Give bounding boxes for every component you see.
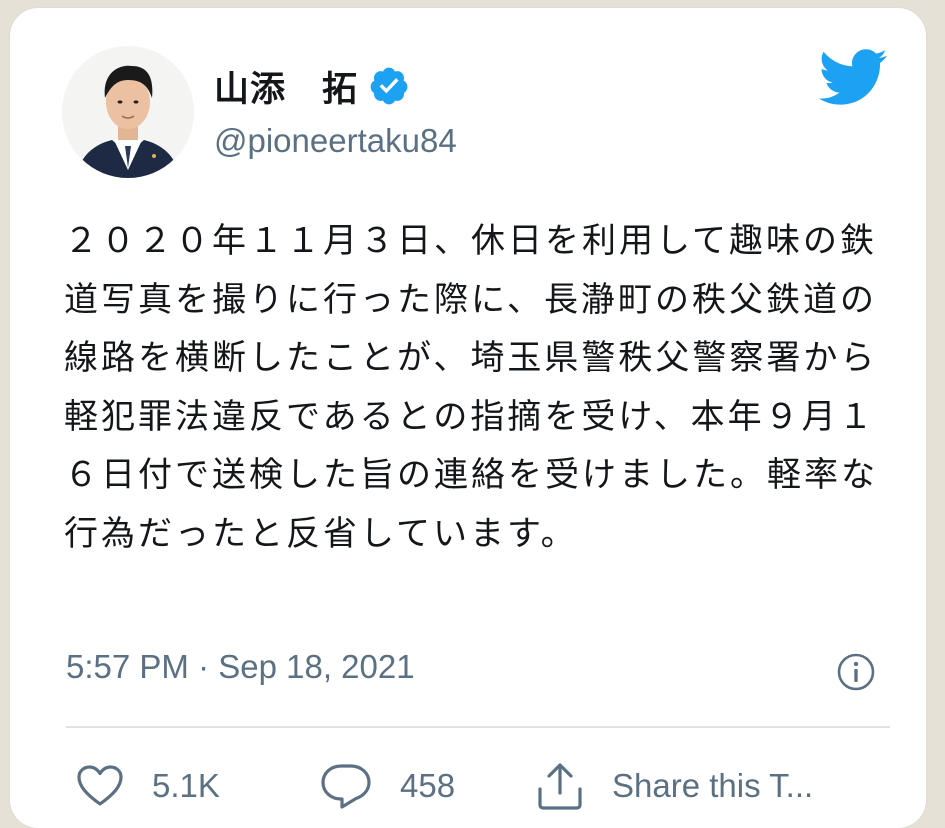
like-count: 5.1K — [152, 767, 220, 804]
reply-button[interactable]: 458 — [320, 756, 455, 816]
reply-count: 458 — [400, 767, 456, 804]
author-handle[interactable]: @pioneertaku84 — [214, 122, 457, 160]
info-icon[interactable] — [836, 652, 876, 692]
tweet-card: 山添 拓 @pioneertaku84 ２０２０年１１月３日、休日を利用して趣味… — [10, 8, 926, 828]
heart-icon — [77, 765, 123, 806]
author-row[interactable]: 山添 拓 — [214, 60, 410, 112]
like-button[interactable]: 5.1K — [76, 756, 220, 816]
twitter-bird-icon[interactable] — [816, 46, 888, 108]
verified-badge-icon — [370, 67, 408, 105]
avatar[interactable] — [62, 46, 194, 178]
share-label: Share this T... — [612, 767, 814, 804]
author-name[interactable]: 山添 拓 — [214, 61, 358, 112]
share-icon — [538, 763, 582, 810]
divider — [66, 726, 890, 728]
tweet-timestamp[interactable]: 5:57 PM · Sep 18, 2021 — [66, 648, 415, 686]
share-button[interactable]: Share this T... — [536, 756, 813, 816]
reply-bubble-icon — [321, 764, 371, 809]
tweet-text: ２０２０年１１月３日、休日を利用して趣味の鉄道写真を撮りに行った際に、長瀞町の秩… — [64, 221, 878, 554]
